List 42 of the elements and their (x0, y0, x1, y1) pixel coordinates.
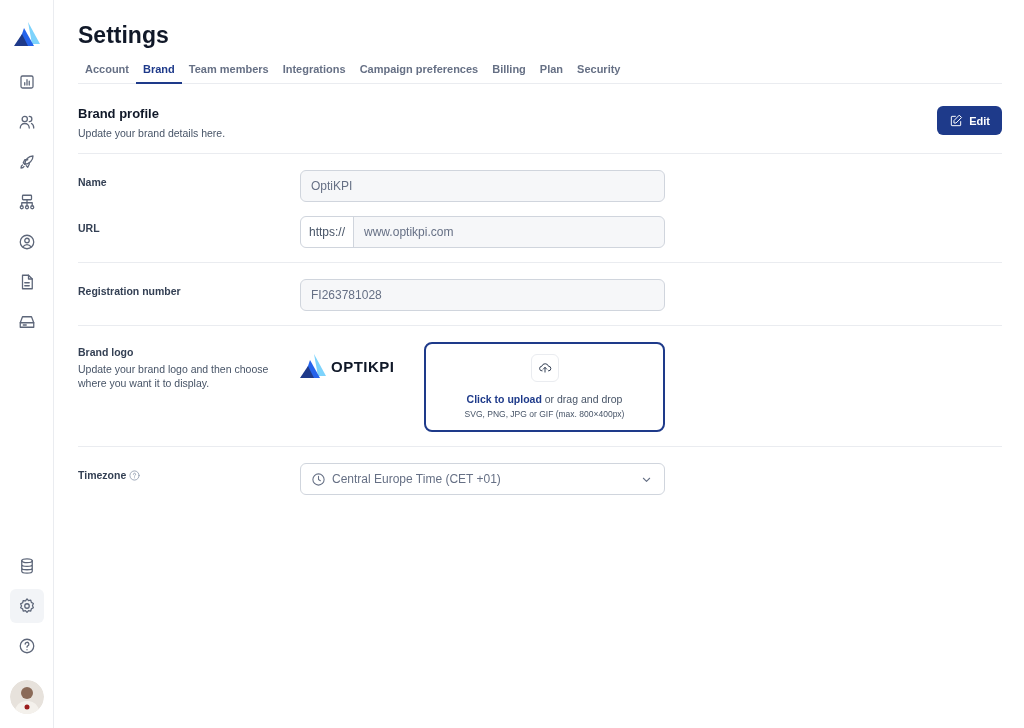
users-icon (17, 113, 36, 131)
url-field[interactable]: https:// www.optikpi.com (300, 216, 665, 248)
section-title: Brand profile (78, 106, 160, 121)
name-field[interactable]: OptiKPI (300, 170, 665, 202)
clock-icon (311, 471, 326, 487)
sidebar-nav-button[interactable] (9, 589, 44, 623)
upload-dropzone[interactable]: Click to upload or drag and drop SVG, PNG, JPG or GIF (max. 800×400px) (424, 342, 665, 432)
settings-icon (17, 597, 36, 615)
settings-tab[interactable]: Campaign preferences (352, 63, 486, 84)
field-description: Update your brand logo and then choose where you want it to display. (78, 362, 270, 391)
field-label: Registration number (78, 285, 181, 297)
rocket-icon (17, 153, 36, 171)
page-title: Settings (78, 22, 170, 49)
edit-icon (949, 113, 964, 128)
bar-chart-icon (17, 73, 36, 91)
upload-text: Click to upload or drag and drop (466, 393, 623, 405)
field-label: URL (78, 222, 100, 234)
brand-logo: OPTIKPI (300, 352, 424, 380)
app-logo (13, 22, 40, 46)
timezone-select[interactable]: Central Europe Time (CET +01) (300, 463, 665, 495)
settings-tab[interactable]: Plan (532, 63, 571, 84)
help-icon (17, 637, 36, 655)
help-icon (129, 469, 141, 481)
user-avatar[interactable] (9, 680, 44, 714)
field-label: Timezone (78, 469, 141, 481)
settings-tab[interactable]: Account (78, 63, 136, 84)
field-label: Brand logo (78, 346, 134, 358)
drive-icon (17, 313, 36, 331)
upload-hint: SVG, PNG, JPG or GIF (max. 800×400px) (464, 409, 625, 419)
user-circle-icon (17, 233, 36, 251)
section-subtitle: Update your brand details here. (78, 127, 226, 139)
logo-mark-icon (300, 354, 326, 378)
registration-field[interactable]: FI263781028 (300, 279, 665, 311)
upload-icon (537, 361, 552, 375)
settings-tab[interactable]: Brand (136, 63, 182, 84)
edit-button[interactable]: Edit (937, 106, 1002, 135)
hierarchy-icon (17, 193, 36, 211)
settings-tab[interactable]: Team members (181, 63, 276, 84)
settings-tab[interactable]: Integrations (275, 63, 353, 84)
field-label: Name (78, 176, 107, 188)
settings-tab[interactable]: Billing (485, 63, 533, 84)
settings-tab[interactable]: Security (570, 63, 628, 84)
